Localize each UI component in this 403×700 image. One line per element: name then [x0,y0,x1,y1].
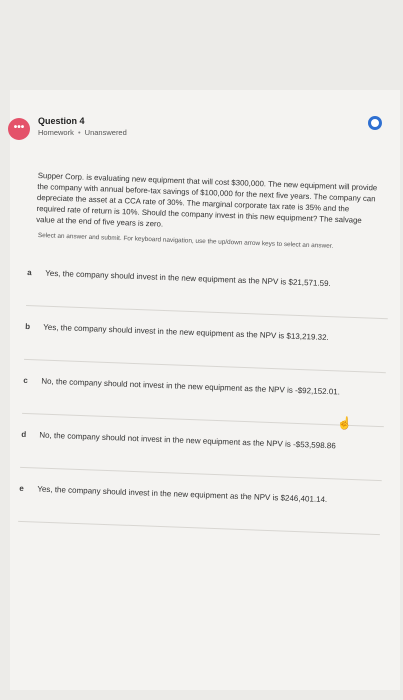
hand-pointer-icon: ☝ [337,416,352,430]
option-letter: e [19,483,24,494]
question-status: Unanswered [84,128,127,137]
option-text: Yes, the company should invest in the ne… [37,484,328,505]
question-bubble-icon: ••• [8,118,30,140]
option-text: No, the company should not invest in the… [39,430,336,451]
option-letter: b [25,321,31,332]
question-meta: Homework • Unanswered [38,128,127,137]
question-header: ••• Question 4 Homework • Unanswered [8,110,388,150]
option-letter: c [23,375,28,386]
option-text: No, the company should not invest in the… [41,376,341,397]
question-title: Question 4 [38,116,85,126]
flag-circle-icon[interactable] [368,116,382,130]
answer-options: a Yes, the company should invest in the … [18,252,390,536]
separator-dot: • [77,128,81,137]
option-letter: d [21,429,27,440]
option-text: Yes, the company should invest in the ne… [43,322,329,343]
question-category: Homework [38,128,74,137]
option-letter: a [27,267,32,278]
option-text: Yes, the company should invest in the ne… [45,268,331,289]
